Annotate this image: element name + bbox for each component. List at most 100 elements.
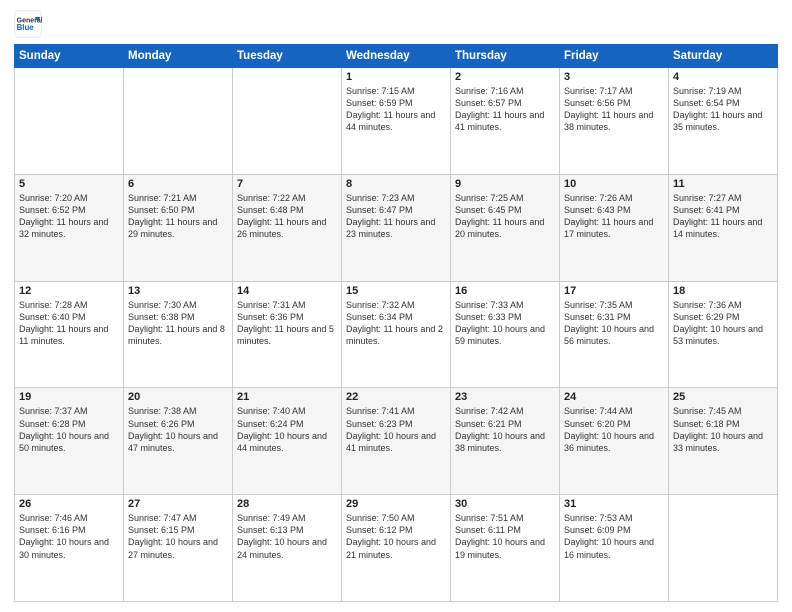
day-number: 16 — [455, 285, 555, 297]
calendar-cell: 24 Sunrise: 7:44 AM Sunset: 6:20 PM Dayli… — [560, 388, 669, 495]
day-info: Sunrise: 7:32 AM Sunset: 6:34 PM Dayligh… — [346, 299, 446, 348]
calendar-cell: 20 Sunrise: 7:38 AM Sunset: 6:26 PM Dayli… — [124, 388, 233, 495]
day-info: Sunrise: 7:44 AM Sunset: 6:20 PM Dayligh… — [564, 405, 664, 454]
col-thursday: Thursday — [451, 45, 560, 68]
day-info: Sunrise: 7:25 AM Sunset: 6:45 PM Dayligh… — [455, 192, 555, 241]
day-info: Sunrise: 7:35 AM Sunset: 6:31 PM Dayligh… — [564, 299, 664, 348]
calendar-cell: 25 Sunrise: 7:45 AM Sunset: 6:18 PM Dayli… — [669, 388, 778, 495]
calendar-cell: 16 Sunrise: 7:33 AM Sunset: 6:33 PM Dayli… — [451, 281, 560, 388]
calendar-cell: 12 Sunrise: 7:28 AM Sunset: 6:40 PM Dayli… — [15, 281, 124, 388]
day-number: 20 — [128, 391, 228, 403]
day-info: Sunrise: 7:28 AM Sunset: 6:40 PM Dayligh… — [19, 299, 119, 348]
day-number: 3 — [564, 71, 664, 83]
day-number: 31 — [564, 498, 664, 510]
day-number: 13 — [128, 285, 228, 297]
calendar-cell: 18Sunrise: 7:36 AM Sunset: 6:29 PM Dayli… — [669, 281, 778, 388]
calendar-week-2: 5Sunrise: 7:20 AM Sunset: 6:52 PM Daylig… — [15, 174, 778, 281]
calendar-cell: 9 Sunrise: 7:25 AM Sunset: 6:45 PM Daylig… — [451, 174, 560, 281]
calendar-cell — [15, 68, 124, 175]
day-info: Sunrise: 7:23 AM Sunset: 6:47 PM Dayligh… — [346, 192, 446, 241]
day-number: 25 — [673, 391, 773, 403]
page: General Blue Sunday Monday Tuesday Wedne… — [0, 0, 792, 612]
calendar-cell: 29 Sunrise: 7:50 AM Sunset: 6:12 PM Dayli… — [342, 495, 451, 602]
header: General Blue — [14, 10, 778, 38]
logo: General Blue — [14, 10, 46, 38]
day-number: 10 — [564, 178, 664, 190]
day-number: 1 — [346, 71, 446, 83]
calendar-cell: 10 Sunrise: 7:26 AM Sunset: 6:43 PM Dayli… — [560, 174, 669, 281]
calendar-cell: 23 Sunrise: 7:42 AM Sunset: 6:21 PM Dayli… — [451, 388, 560, 495]
day-number: 30 — [455, 498, 555, 510]
calendar-week-4: 19 Sunrise: 7:37 AM Sunset: 6:28 PM Dayli… — [15, 388, 778, 495]
calendar-cell: 22 Sunrise: 7:41 AM Sunset: 6:23 PM Dayli… — [342, 388, 451, 495]
day-number: 29 — [346, 498, 446, 510]
day-info: Sunrise: 7:19 AM Sunset: 6:54 PM Dayligh… — [673, 85, 773, 134]
col-sunday: Sunday — [15, 45, 124, 68]
day-number: 8 — [346, 178, 446, 190]
day-info: Sunrise: 7:50 AM Sunset: 6:12 PM Dayligh… — [346, 512, 446, 561]
day-number: 12 — [19, 285, 119, 297]
calendar-cell: 11Sunrise: 7:27 AM Sunset: 6:41 PM Dayli… — [669, 174, 778, 281]
day-info: Sunrise: 7:16 AM Sunset: 6:57 PM Dayligh… — [455, 85, 555, 134]
calendar-header-row: Sunday Monday Tuesday Wednesday Thursday… — [15, 45, 778, 68]
calendar-week-5: 26 Sunrise: 7:46 AM Sunset: 6:16 PM Dayli… — [15, 495, 778, 602]
col-friday: Friday — [560, 45, 669, 68]
calendar-cell — [669, 495, 778, 602]
col-tuesday: Tuesday — [233, 45, 342, 68]
calendar-cell: 30 Sunrise: 7:51 AM Sunset: 6:11 PM Dayli… — [451, 495, 560, 602]
day-info: Sunrise: 7:42 AM Sunset: 6:21 PM Dayligh… — [455, 405, 555, 454]
calendar-week-3: 12 Sunrise: 7:28 AM Sunset: 6:40 PM Dayli… — [15, 281, 778, 388]
day-info: Sunrise: 7:45 AM Sunset: 6:18 PM Dayligh… — [673, 405, 773, 454]
day-info: Sunrise: 7:17 AM Sunset: 6:56 PM Dayligh… — [564, 85, 664, 134]
calendar-cell: 7 Sunrise: 7:22 AM Sunset: 6:48 PM Daylig… — [233, 174, 342, 281]
day-number: 28 — [237, 498, 337, 510]
day-number: 4 — [673, 71, 773, 83]
day-info: Sunrise: 7:30 AM Sunset: 6:38 PM Dayligh… — [128, 299, 228, 348]
day-info: Sunrise: 7:49 AM Sunset: 6:13 PM Dayligh… — [237, 512, 337, 561]
day-number: 9 — [455, 178, 555, 190]
day-info: Sunrise: 7:38 AM Sunset: 6:26 PM Dayligh… — [128, 405, 228, 454]
calendar-cell — [124, 68, 233, 175]
day-number: 19 — [19, 391, 119, 403]
day-info: Sunrise: 7:51 AM Sunset: 6:11 PM Dayligh… — [455, 512, 555, 561]
day-number: 22 — [346, 391, 446, 403]
day-info: Sunrise: 7:40 AM Sunset: 6:24 PM Dayligh… — [237, 405, 337, 454]
calendar-cell: 2Sunrise: 7:16 AM Sunset: 6:57 PM Daylig… — [451, 68, 560, 175]
col-wednesday: Wednesday — [342, 45, 451, 68]
day-info: Sunrise: 7:21 AM Sunset: 6:50 PM Dayligh… — [128, 192, 228, 241]
day-info: Sunrise: 7:41 AM Sunset: 6:23 PM Dayligh… — [346, 405, 446, 454]
calendar-cell: 4 Sunrise: 7:19 AM Sunset: 6:54 PM Daylig… — [669, 68, 778, 175]
day-info: Sunrise: 7:46 AM Sunset: 6:16 PM Dayligh… — [19, 512, 119, 561]
day-number: 17 — [564, 285, 664, 297]
calendar-cell: 6 Sunrise: 7:21 AM Sunset: 6:50 PM Daylig… — [124, 174, 233, 281]
day-number: 6 — [128, 178, 228, 190]
day-number: 11 — [673, 178, 773, 190]
day-info: Sunrise: 7:33 AM Sunset: 6:33 PM Dayligh… — [455, 299, 555, 348]
day-number: 7 — [237, 178, 337, 190]
col-saturday: Saturday — [669, 45, 778, 68]
calendar-cell: 31Sunrise: 7:53 AM Sunset: 6:09 PM Dayli… — [560, 495, 669, 602]
day-info: Sunrise: 7:26 AM Sunset: 6:43 PM Dayligh… — [564, 192, 664, 241]
day-number: 26 — [19, 498, 119, 510]
calendar-cell: 28 Sunrise: 7:49 AM Sunset: 6:13 PM Dayli… — [233, 495, 342, 602]
calendar-cell: 19 Sunrise: 7:37 AM Sunset: 6:28 PM Dayli… — [15, 388, 124, 495]
day-number: 24 — [564, 391, 664, 403]
day-number: 27 — [128, 498, 228, 510]
logo-icon: General Blue — [14, 10, 42, 38]
calendar-cell: 1Sunrise: 7:15 AM Sunset: 6:59 PM Daylig… — [342, 68, 451, 175]
day-info: Sunrise: 7:36 AM Sunset: 6:29 PM Dayligh… — [673, 299, 773, 348]
day-info: Sunrise: 7:20 AM Sunset: 6:52 PM Dayligh… — [19, 192, 119, 241]
col-monday: Monday — [124, 45, 233, 68]
day-info: Sunrise: 7:22 AM Sunset: 6:48 PM Dayligh… — [237, 192, 337, 241]
day-number: 14 — [237, 285, 337, 297]
day-number: 15 — [346, 285, 446, 297]
day-info: Sunrise: 7:31 AM Sunset: 6:36 PM Dayligh… — [237, 299, 337, 348]
calendar-cell: 26 Sunrise: 7:46 AM Sunset: 6:16 PM Dayli… — [15, 495, 124, 602]
calendar-cell — [233, 68, 342, 175]
day-number: 23 — [455, 391, 555, 403]
calendar-cell: 17 Sunrise: 7:35 AM Sunset: 6:31 PM Dayli… — [560, 281, 669, 388]
calendar-cell: 15 Sunrise: 7:32 AM Sunset: 6:34 PM Dayli… — [342, 281, 451, 388]
day-info: Sunrise: 7:37 AM Sunset: 6:28 PM Dayligh… — [19, 405, 119, 454]
calendar-cell: 8 Sunrise: 7:23 AM Sunset: 6:47 PM Daylig… — [342, 174, 451, 281]
day-info: Sunrise: 7:47 AM Sunset: 6:15 PM Dayligh… — [128, 512, 228, 561]
